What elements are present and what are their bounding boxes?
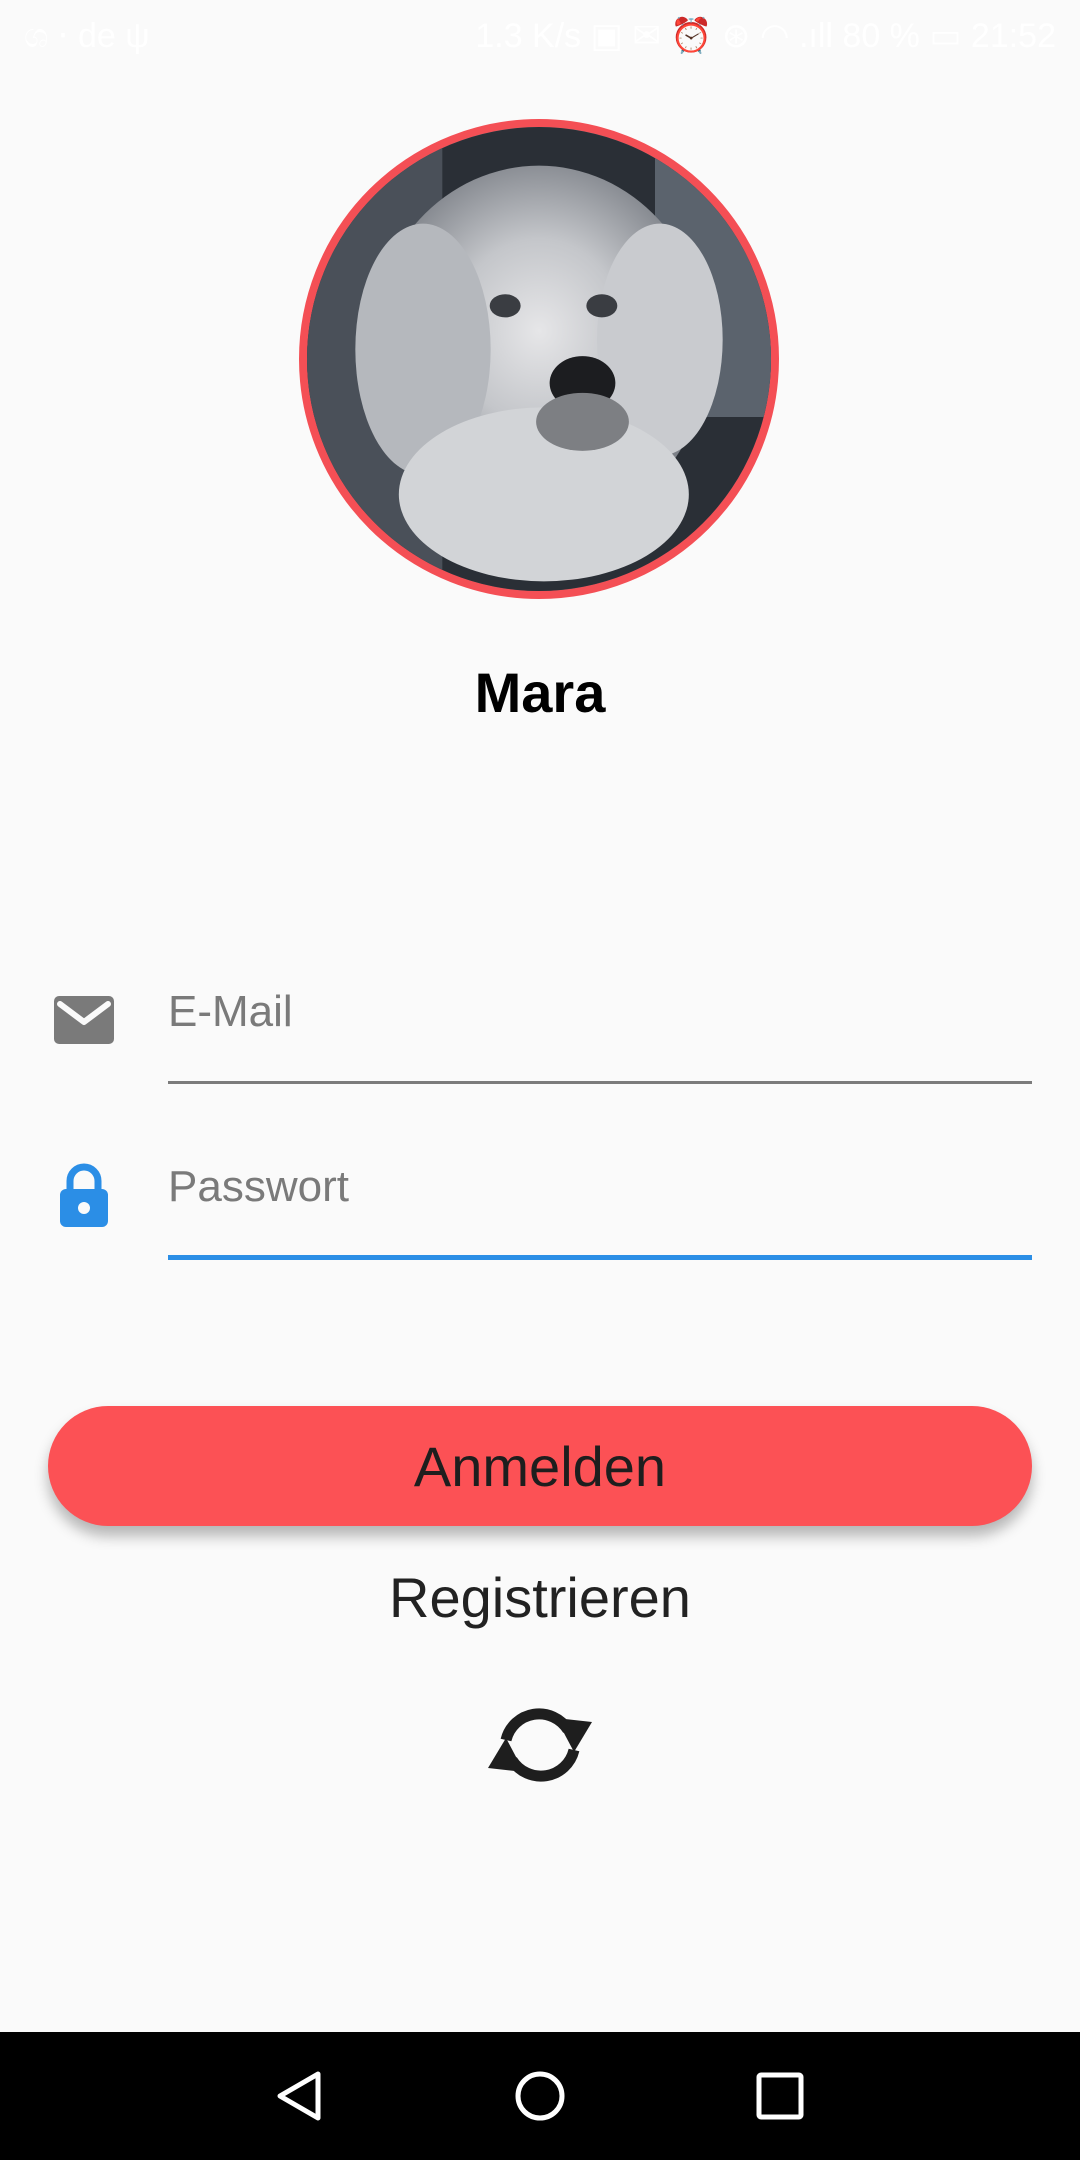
navigation-bar [0,2032,1080,2160]
password-underline [168,1255,1032,1260]
email-field[interactable] [168,980,1032,1044]
profile-name: Mara [474,661,606,724]
login-button[interactable]: Anmelden [48,1406,1032,1526]
status-bar: ශ ⋅ de ψ 1.3 K/s ▣ ✉ ⏰ ⊛ ◠ .ıll 80 % ▭ 2… [0,0,1080,72]
email-underline [168,1081,1032,1084]
refresh-icon [488,1708,592,1782]
profile-avatar[interactable] [299,119,779,599]
back-button[interactable] [264,2060,336,2132]
home-icon [515,2071,565,2121]
password-field[interactable] [168,1155,1032,1219]
lock-icon [52,1163,116,1227]
email-field-row [0,960,1080,1084]
back-icon [277,2071,321,2121]
email-icon [52,988,116,1052]
status-right: 1.3 K/s ▣ ✉ ⏰ ⊛ ◠ .ıll 80 % ▭ 21:52 [475,17,1056,55]
dog-photo [307,127,771,591]
login-screen: ශ ⋅ de ψ 1.3 K/s ▣ ✉ ⏰ ⊛ ◠ .ıll 80 % ▭ 2… [0,0,1080,2160]
register-button[interactable]: Registrieren [0,1565,1080,1630]
home-button[interactable] [504,2060,576,2132]
recents-icon [756,2072,804,2120]
recents-button[interactable] [744,2060,816,2132]
password-field-row [0,1135,1080,1260]
status-left: ශ ⋅ de ψ [24,17,150,55]
refresh-button[interactable] [484,1700,596,1790]
